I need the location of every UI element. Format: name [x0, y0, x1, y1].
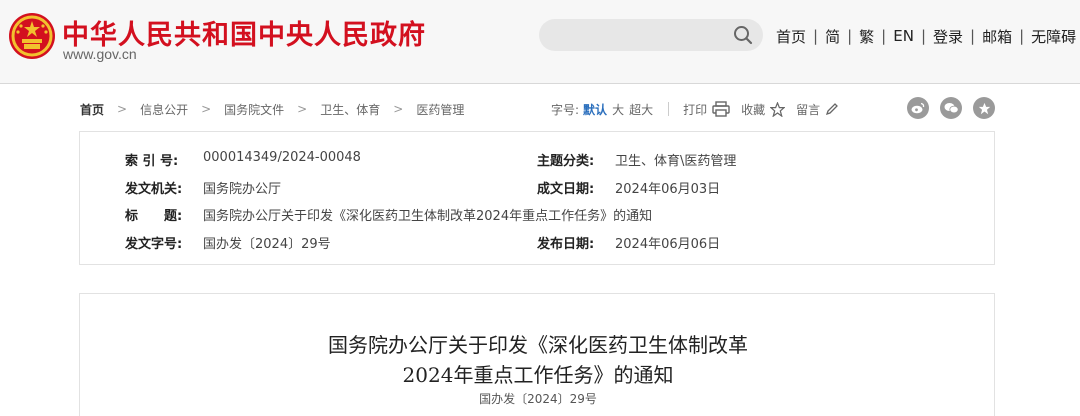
meta-doc-number-key: 发文字号: — [125, 237, 183, 252]
nav-separator: | — [920, 27, 926, 45]
nav-accessibility[interactable]: 无障碍 — [1031, 26, 1076, 47]
breadcrumb-arrow: > — [117, 102, 128, 116]
nav-traditional[interactable]: 繁 — [859, 26, 874, 47]
document-metadata: 索 引 号: 000014349/2024-00048 主题分类: 卫生、体育\… — [79, 131, 995, 265]
breadcrumb-arrow: > — [201, 102, 212, 116]
search-input[interactable] — [551, 23, 721, 47]
meta-published-date-key: 发布日期: — [537, 237, 595, 252]
meta-category-value: 卫生、体育\医药管理 — [615, 154, 737, 169]
meta-title: 标 题: 国务院办公厅关于印发《深化医药卫生体制改革2024年重点工作任务》的通… — [125, 205, 652, 224]
meta-index: 索 引 号: 000014349/2024-00048 — [125, 150, 361, 169]
pencil-icon — [826, 103, 839, 116]
breadcrumb-home[interactable]: 首页 — [80, 101, 104, 118]
meta-issuer: 发文机关: 国务院办公厅 — [125, 178, 281, 197]
meta-written-date-key: 成文日期: — [537, 182, 595, 197]
meta-published-date: 发布日期: 2024年06月06日 — [537, 233, 720, 252]
breadcrumb-medicine-admin[interactable]: 医药管理 — [416, 101, 464, 118]
search-box — [539, 19, 763, 51]
print-button[interactable]: 打印 — [683, 101, 730, 118]
meta-doc-number: 发文字号: 国办发〔2024〕29号 — [125, 233, 331, 252]
meta-issuer-key: 发文机关: — [125, 182, 183, 197]
article-title-line-2: 2024年重点工作任务》的通知 — [402, 363, 674, 387]
comment-button[interactable]: 留言 — [796, 101, 839, 118]
breadcrumb-health-sports[interactable]: 卫生、体育 — [320, 101, 380, 118]
meta-written-date-value: 2024年06月03日 — [615, 182, 721, 197]
meta-title-key: 标 题: — [125, 209, 183, 224]
favorite-label: 收藏 — [741, 102, 766, 117]
article-title: 国务院办公厅关于印发《深化医药卫生体制改革 2024年重点工作任务》的通知 — [80, 330, 996, 390]
meta-category: 主题分类: 卫生、体育\医药管理 — [537, 150, 736, 169]
meta-category-key: 主题分类: — [537, 154, 595, 169]
nav-mailbox[interactable]: 邮箱 — [982, 26, 1012, 47]
meta-written-date: 成文日期: 2024年06月03日 — [537, 178, 720, 197]
favorite-button[interactable]: 收藏 — [741, 101, 786, 118]
wechat-icon[interactable] — [940, 97, 962, 119]
meta-published-date-value: 2024年06月06日 — [615, 237, 721, 252]
national-emblem-icon[interactable] — [8, 12, 56, 60]
font-size-label: 字号: — [551, 102, 580, 117]
breadcrumb: 首页 > 信息公开 > 国务院文件 > 卫生、体育 > 医药管理 — [80, 100, 464, 118]
star-icon[interactable] — [973, 97, 995, 119]
nav-separator: | — [1019, 27, 1025, 45]
top-nav: 首页 | 简 | 繁 | EN | 登录 | 邮箱 | 无障碍 — [776, 26, 1076, 46]
article-content: 国务院办公厅关于印发《深化医药卫生体制改革 2024年重点工作任务》的通知 国办… — [79, 293, 995, 416]
tools-divider — [668, 102, 670, 116]
page-tools: 字号: 默认 大 超大 打印 收藏 留言 — [551, 100, 850, 118]
breadcrumb-info-public[interactable]: 信息公开 — [140, 101, 188, 118]
font-size-large[interactable]: 大 — [612, 101, 624, 118]
print-label: 打印 — [683, 102, 708, 117]
weibo-icon[interactable] — [907, 97, 929, 119]
site-domain: www.gov.cn — [63, 46, 137, 62]
nav-home[interactable]: 首页 — [776, 26, 806, 47]
nav-english[interactable]: EN — [893, 27, 914, 45]
meta-title-value: 国务院办公厅关于印发《深化医药卫生体制改革2024年重点工作任务》的通知 — [203, 209, 653, 224]
font-size-xlarge[interactable]: 超大 — [629, 101, 653, 118]
breadcrumb-arrow: > — [393, 102, 404, 116]
nav-simplified[interactable]: 简 — [825, 26, 840, 47]
font-size-default[interactable]: 默认 — [583, 101, 607, 118]
nav-separator: | — [813, 27, 819, 45]
share-icons — [907, 97, 995, 119]
article-doc-number: 国办发〔2024〕29号 — [479, 392, 597, 406]
breadcrumb-state-council-docs[interactable]: 国务院文件 — [224, 101, 284, 118]
meta-doc-number-value: 国办发〔2024〕29号 — [203, 237, 331, 252]
comment-label: 留言 — [796, 102, 821, 117]
article-title-line-1: 国务院办公厅关于印发《深化医药卫生体制改革 — [328, 333, 748, 357]
nav-separator: | — [970, 27, 976, 45]
meta-issuer-value: 国务院办公厅 — [203, 182, 282, 197]
nav-separator: | — [881, 27, 887, 45]
breadcrumb-arrow: > — [297, 102, 308, 116]
printer-icon — [712, 101, 730, 117]
search-icon[interactable] — [733, 25, 753, 45]
nav-separator: | — [847, 27, 853, 45]
site-header: 中华人民共和国中央人民政府 www.gov.cn 首页 | 简 | 繁 | EN… — [0, 0, 1080, 84]
nav-login[interactable]: 登录 — [933, 26, 963, 47]
star-outline-icon — [770, 101, 786, 117]
meta-index-key: 索 引 号: — [125, 154, 179, 169]
meta-index-value: 000014349/2024-00048 — [203, 150, 361, 165]
